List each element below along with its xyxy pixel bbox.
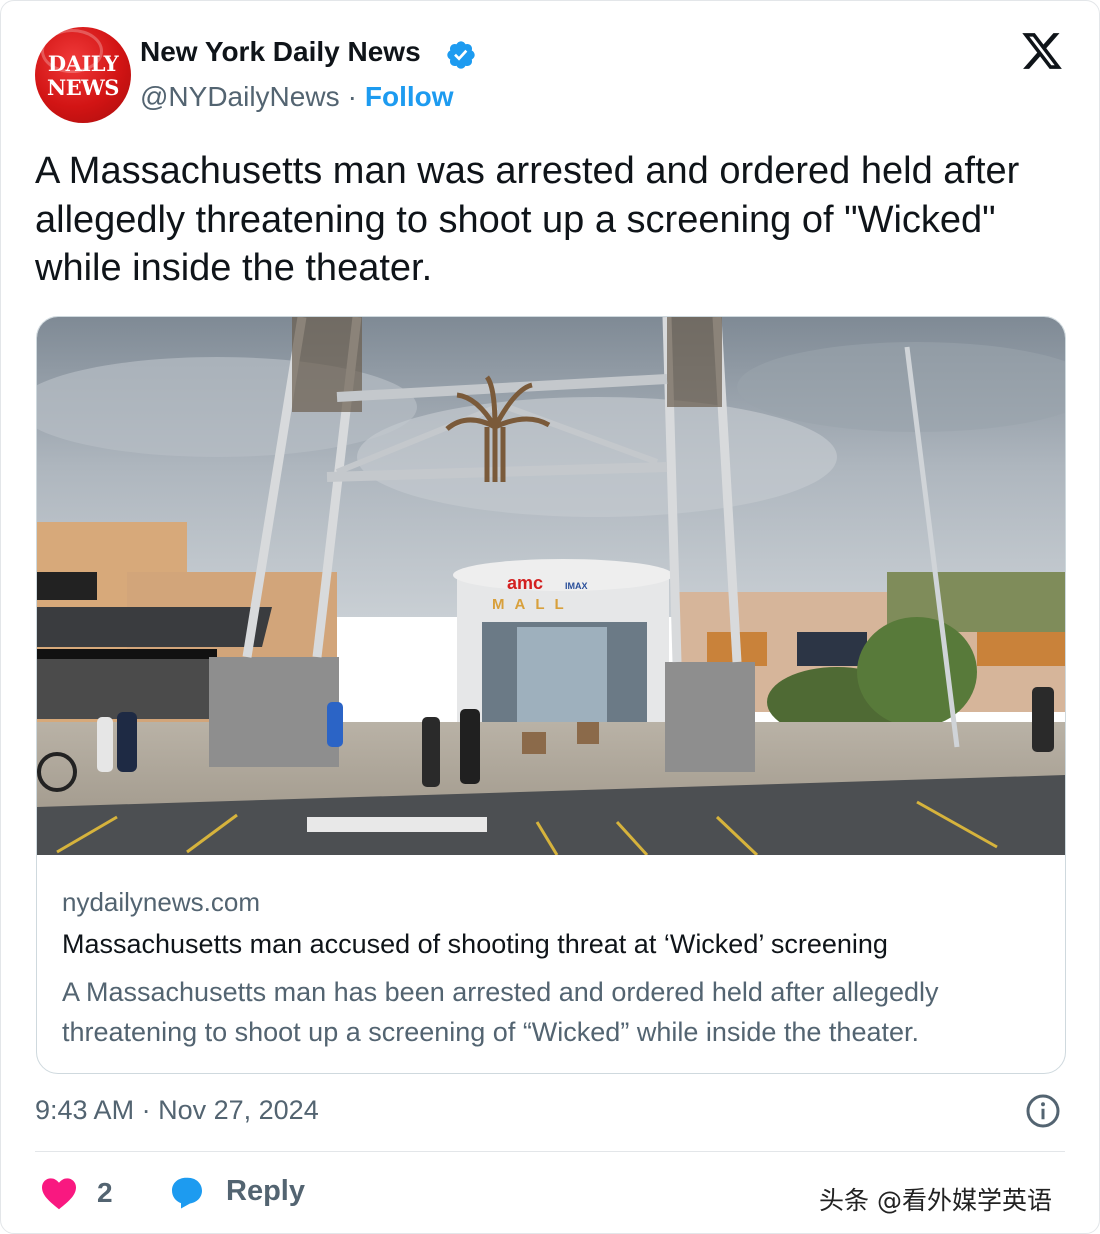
restaurant-sign [37, 572, 97, 600]
awning [37, 607, 272, 647]
link-preview-card[interactable]: amc MALL IMAX nydailynews.com Massachuse… [36, 316, 1066, 1074]
tweet-time[interactable]: 9:43 AM [35, 1095, 134, 1125]
separator-dot: · [141, 1095, 151, 1125]
entrance-doors [517, 627, 607, 722]
tower-right-lantern [667, 317, 722, 407]
info-icon[interactable] [1025, 1093, 1061, 1129]
logo-text-line1: DAILY [47, 51, 119, 76]
tower-base-right [665, 662, 755, 772]
tweet-date[interactable]: Nov 27, 2024 [158, 1095, 319, 1125]
tweet-text: A Massachusetts man was arrested and ord… [35, 150, 1020, 289]
link-description: A Massachusetts man has been arrested an… [62, 977, 939, 1047]
mall-roof [453, 559, 673, 591]
account-name[interactable]: New York Daily News [140, 36, 421, 68]
cloud [357, 397, 837, 517]
tweet-embed-card: DAILY NEWS New York Daily News @NYDailyN… [0, 0, 1100, 1234]
awning-right [977, 632, 1065, 666]
avatar[interactable]: DAILY NEWS [35, 27, 131, 123]
source-watermark: 头条 @看外媒学英语 [819, 1186, 1052, 1215]
verified-badge-icon [447, 41, 475, 69]
amc-sign: amc [507, 573, 543, 593]
timestamp[interactable]: 9:43 AM · Nov 27, 2024 [35, 1095, 319, 1126]
follow-button[interactable]: Follow [365, 81, 454, 112]
planter [522, 732, 546, 754]
divider [35, 1151, 1065, 1152]
awning-stripe [37, 649, 217, 659]
link-domain[interactable]: nydailynews.com [62, 887, 260, 918]
tower-base-left [209, 657, 339, 767]
reply-icon[interactable] [168, 1174, 206, 1210]
account-handle[interactable]: @NYDailyNews [140, 81, 340, 112]
imax-sign: IMAX [565, 581, 588, 591]
logo-text-line2: NEWS [47, 75, 119, 100]
like-count: 2 [97, 1177, 113, 1208]
mall-sign: MALL [492, 596, 574, 613]
heart-icon[interactable] [40, 1176, 78, 1210]
crosswalk-mark [307, 817, 487, 832]
x-logo-icon[interactable] [1019, 29, 1065, 73]
reply-button-label[interactable]: Reply [226, 1175, 305, 1208]
link-preview-image[interactable]: amc MALL IMAX [37, 317, 1066, 855]
planter [577, 722, 599, 744]
separator-dot: · [347, 81, 357, 112]
handle-row: @NYDailyNews · Follow [140, 81, 454, 113]
tree [857, 617, 977, 727]
awning-right [797, 632, 867, 666]
link-title[interactable]: Massachusetts man accused of shooting th… [62, 929, 888, 960]
